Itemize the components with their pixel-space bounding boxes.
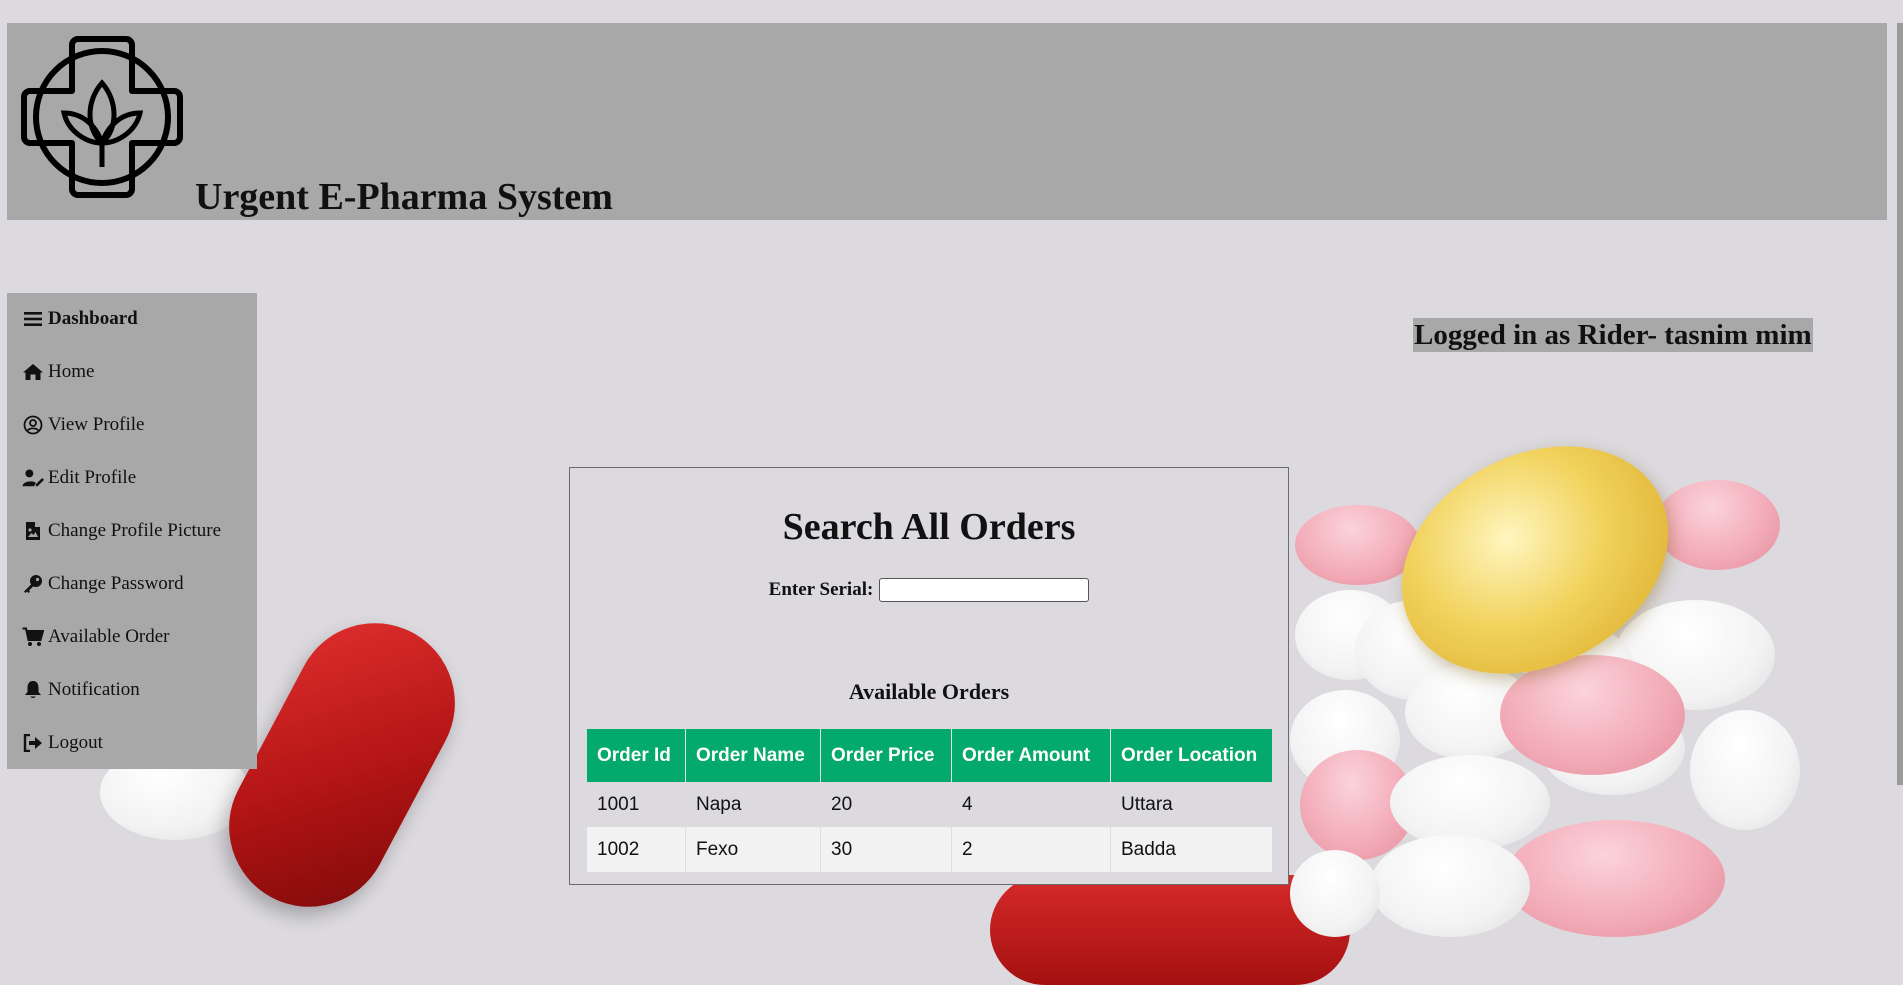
sidebar-item-label: Change Password — [48, 573, 184, 594]
sidebar-item-label: Notification — [48, 679, 140, 700]
cell-order-location: Badda — [1110, 827, 1272, 872]
sidebar-item-label: Edit Profile — [48, 467, 137, 488]
sidebar-item-home[interactable]: Home — [22, 357, 94, 387]
background-pill-pink — [1505, 820, 1725, 937]
user-circle-icon — [22, 414, 44, 436]
table-row: 1001 Napa 20 4 Uttara — [587, 782, 1272, 827]
sidebar-item-label: Home — [48, 361, 95, 382]
serial-input[interactable] — [879, 578, 1090, 602]
column-header-order-id: Order Id — [587, 729, 686, 782]
cell-order-name: Napa — [685, 782, 821, 827]
sidebar-item-label: Dashboard — [48, 308, 138, 329]
cell-order-amount: 2 — [951, 827, 1111, 872]
sidebar-item-change-profile-picture[interactable]: Change Profile Picture — [22, 516, 221, 546]
page-scrollbar[interactable] — [1897, 23, 1903, 785]
column-header-order-location: Order Location — [1110, 729, 1272, 782]
sidebar-item-change-password[interactable]: Change Password — [22, 569, 184, 599]
serial-label: Enter Serial: — [768, 579, 874, 600]
sidebar-item-notification[interactable]: Notification — [22, 675, 140, 705]
logout-icon — [22, 732, 44, 754]
sidebar-item-dashboard[interactable]: Dashboard — [22, 304, 138, 334]
cell-order-name: Fexo — [685, 827, 821, 872]
column-header-order-name: Order Name — [685, 729, 821, 782]
background-pill-pink — [1295, 505, 1420, 585]
sidebar-item-label: View Profile — [48, 414, 145, 435]
table-row: 1002 Fexo 30 2 Badda — [587, 827, 1272, 872]
search-title: Search All Orders — [782, 506, 1076, 548]
cell-order-id: 1001 — [587, 782, 686, 827]
pharmacy-logo-icon — [16, 31, 188, 203]
key-icon — [22, 573, 44, 595]
column-header-order-price: Order Price — [820, 729, 952, 782]
home-icon — [22, 361, 44, 383]
user-edit-icon — [22, 467, 44, 489]
logged-in-status: Logged in as Rider- tasnim mim — [1413, 318, 1813, 352]
sidebar-item-label: Logout — [48, 732, 103, 753]
sidebar-item-logout[interactable]: Logout — [22, 728, 103, 758]
cart-icon — [22, 626, 44, 648]
sidebar-item-label: Change Profile Picture — [48, 520, 222, 541]
column-header-order-amount: Order Amount — [951, 729, 1111, 782]
app-title: Urgent E-Pharma System — [195, 176, 613, 218]
search-orders-panel: Search All Orders Enter Serial: Availabl… — [569, 467, 1289, 885]
cell-order-price: 30 — [820, 827, 952, 872]
sidebar-item-label: Available Order — [48, 626, 170, 647]
sidebar-item-available-order[interactable]: Available Order — [22, 622, 170, 652]
background-pill-white — [1690, 710, 1800, 830]
cell-order-price: 20 — [820, 782, 952, 827]
cell-order-location: Uttara — [1110, 782, 1272, 827]
background-pill-white — [1370, 835, 1530, 937]
orders-table: Order Id Order Name Order Price Order Am… — [587, 729, 1272, 872]
menu-icon — [22, 308, 44, 330]
orders-caption: Available Orders — [848, 679, 1010, 704]
sidebar: Dashboard Home View Profile Edit Profile… — [7, 293, 257, 769]
sidebar-item-edit-profile[interactable]: Edit Profile — [22, 463, 136, 493]
page-header: Urgent E-Pharma System — [7, 23, 1887, 220]
bell-icon — [22, 679, 44, 701]
file-image-icon — [22, 520, 44, 542]
cell-order-amount: 4 — [951, 782, 1111, 827]
sidebar-item-view-profile[interactable]: View Profile — [22, 410, 144, 440]
background-pill-pink — [1500, 655, 1685, 775]
serial-row: Enter Serial: — [570, 578, 1288, 602]
background-pill-white — [1290, 850, 1380, 937]
background-pill-pink — [1655, 480, 1780, 570]
table-header-row: Order Id Order Name Order Price Order Am… — [587, 729, 1272, 782]
cell-order-id: 1002 — [587, 827, 686, 872]
